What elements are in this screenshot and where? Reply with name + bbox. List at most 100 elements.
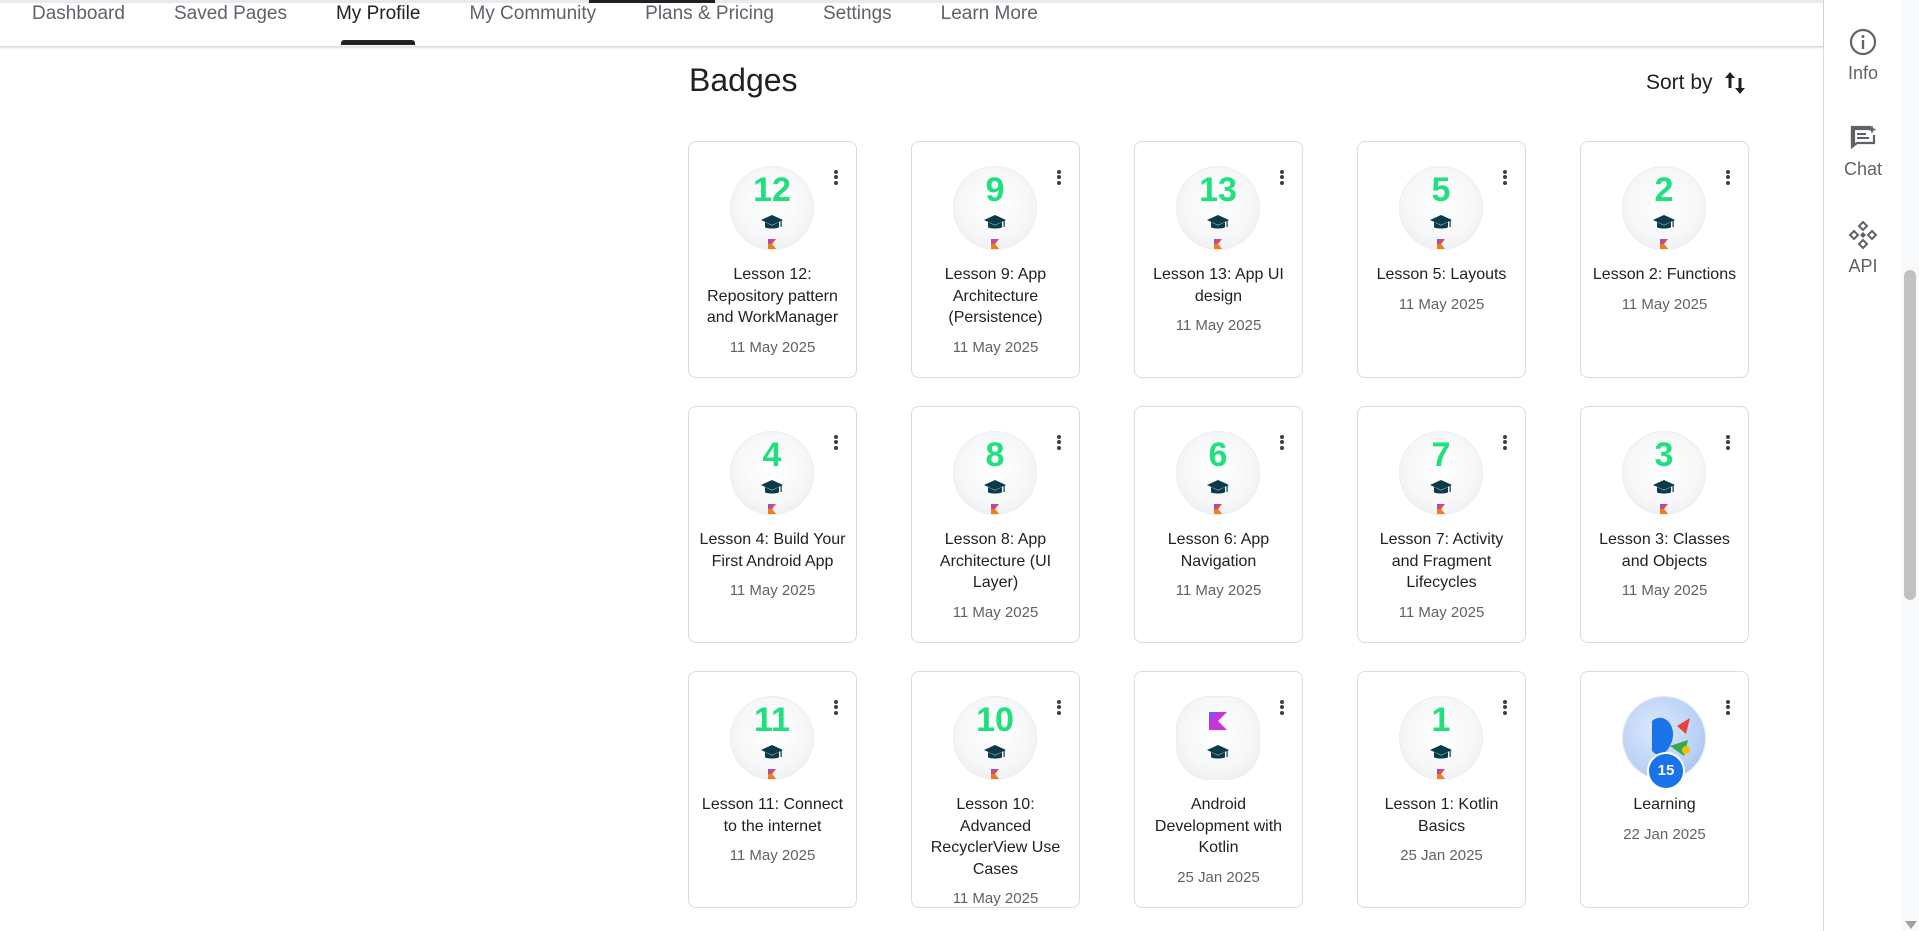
kotlin-logo-icon [1214,501,1222,514]
lesson-badge-image: 3 [1622,431,1706,515]
badge-card[interactable]: 10 Lesson 10: Advanced RecyclerView Use C… [911,671,1080,908]
lesson-badge-image: 10 [953,696,1037,780]
info-button[interactable]: Info [1824,27,1902,84]
badge-info: Android Development with Kotlin 25 Jan 20… [1145,794,1292,888]
course-badge-image [1176,696,1260,780]
lesson-number: 10 [976,701,1014,739]
badge-title: Lesson 1: Kotlin Basics [1384,796,1499,835]
more-options-icon[interactable] [1051,433,1067,453]
more-options-icon[interactable] [1497,433,1513,453]
badge-date: 11 May 2025 [1621,295,1708,313]
more-options-icon[interactable] [1274,168,1290,188]
more-options-icon[interactable] [828,433,844,453]
badge-card[interactable]: 4 Lesson 4: Build Your First Android App 1… [688,406,857,643]
badge-title: Lesson 6: App Navigation [1167,531,1270,570]
badge-card[interactable]: 11 Lesson 11: Connect to the internet 11 M… [688,671,857,908]
chat-icon [1850,125,1877,150]
more-options-icon[interactable] [1720,168,1736,188]
badge-info: Lesson 10: Advanced RecyclerView Use Cas… [922,794,1069,910]
more-options-icon[interactable] [1720,698,1736,718]
lesson-number: 3 [1654,436,1674,474]
lesson-badge-image: 8 [953,431,1037,515]
more-options-icon[interactable] [1274,698,1290,718]
more-options-icon[interactable] [1051,168,1067,188]
page-scrollbar[interactable] [1901,0,1919,931]
badge-info: Lesson 13: App UI design 11 May 2025 [1145,264,1292,337]
badge-date: 25 Jan 2025 [1177,868,1260,886]
api-button[interactable]: API [1824,220,1902,277]
tab-my-community[interactable]: My Community [469,0,596,46]
badge-title: Lesson 5: Layouts [1376,266,1507,283]
graduation-cap-icon [760,744,784,767]
graduation-cap-icon [1429,214,1453,237]
more-options-icon[interactable] [1051,698,1067,718]
info-icon [1849,28,1877,56]
badge-card[interactable]: 5 Lesson 5: Layouts 11 May 2025 [1357,141,1526,378]
kotlin-logo-icon [1437,766,1445,779]
badge-card[interactable]: 2 Lesson 2: Functions 11 May 2025 [1580,141,1749,378]
badge-date: 11 May 2025 [952,338,1039,356]
right-side-rail: Info Chat API [1823,0,1902,931]
badge-info: Lesson 3: Classes and Objects 11 May 2025 [1591,529,1738,602]
tab-saved-pages[interactable]: Saved Pages [174,0,287,46]
badge-info: Lesson 7: Activity and Fragment Lifecycl… [1368,529,1515,623]
kotlin-logo-icon [768,501,776,514]
badge-date: 11 May 2025 [952,890,1039,907]
sort-by-label: Sort by [1646,71,1713,94]
badge-card[interactable]: 3 Lesson 3: Classes and Objects 11 May 202… [1580,406,1749,643]
badge-info: Lesson 12: Repository pattern and WorkMa… [699,264,846,358]
badge-title: Lesson 3: Classes and Objects [1599,531,1730,570]
more-options-icon[interactable] [1497,698,1513,718]
lesson-number: 13 [1199,171,1237,209]
badge-date: 11 May 2025 [1175,582,1262,599]
sort-icon [1724,72,1745,94]
tab-learn-more[interactable]: Learn More [941,0,1038,46]
badge-info: Lesson 2: Functions 11 May 2025 [1591,264,1738,315]
badge-card[interactable]: 1 Lesson 1: Kotlin Basics 25 Jan 2025 [1357,671,1526,908]
kotlin-logo-icon [991,501,999,514]
badge-info: Lesson 11: Connect to the internet 11 May… [699,794,846,867]
graduation-cap-icon [983,479,1007,502]
info-label: Info [1847,63,1879,83]
kotlin-logo-icon [768,236,776,249]
lesson-badge-image: 13 [1176,166,1260,250]
lesson-badge-image: 11 [730,696,814,780]
graduation-cap-icon [983,214,1007,237]
badge-info: Lesson 6: App Navigation 11 May 2025 [1145,529,1292,602]
tab-plans-pricing[interactable]: Plans & Pricing [645,0,774,46]
lesson-number: 7 [1431,436,1451,474]
graduation-cap-icon [1652,479,1676,502]
tab-settings[interactable]: Settings [823,0,892,46]
badge-card[interactable]: 15 Learning 22 Jan 2025 [1580,671,1749,908]
lesson-number: 11 [754,701,790,739]
lesson-badge-image: 4 [730,431,814,515]
badge-card[interactable]: 8 Lesson 8: App Architecture (UI Layer) 11… [911,406,1080,643]
more-options-icon[interactable] [1720,433,1736,453]
graduation-cap-icon [1206,744,1230,767]
badge-card[interactable]: 9 Lesson 9: App Architecture (Persistence… [911,141,1080,378]
badge-info: Lesson 1: Kotlin Basics 25 Jan 2025 [1368,794,1515,867]
badge-card[interactable]: 13 Lesson 13: App UI design 11 May 2025 [1134,141,1303,378]
badge-count: 15 [1647,752,1685,790]
learning-badge-image: 15 [1622,696,1706,790]
badge-card[interactable]: 7 Lesson 7: Activity and Fragment Lifecyc… [1357,406,1526,643]
sort-by-button[interactable]: Sort by [1646,70,1747,96]
badge-date: 25 Jan 2025 [1400,847,1483,864]
more-options-icon[interactable] [828,698,844,718]
scroll-down-arrow-icon[interactable] [1905,921,1917,929]
tab-my-profile[interactable]: My Profile [336,0,420,46]
kotlin-logo-icon [1437,501,1445,514]
api-icon [1848,220,1878,250]
scrollbar-thumb[interactable] [1904,270,1916,600]
tab-dashboard[interactable]: Dashboard [32,0,125,46]
more-options-icon[interactable] [1497,168,1513,188]
chat-button[interactable]: Chat [1824,123,1902,180]
lesson-badge-image: 12 [730,166,814,250]
more-options-icon[interactable] [828,168,844,188]
badge-info: Lesson 5: Layouts 11 May 2025 [1368,264,1515,315]
more-options-icon[interactable] [1274,433,1290,453]
api-label: API [1848,256,1878,276]
badge-card[interactable]: 6 Lesson 6: App Navigation 11 May 2025 [1134,406,1303,643]
badge-card[interactable]: Android Development with Kotlin 25 Jan 20… [1134,671,1303,908]
badge-card[interactable]: 12 Lesson 12: Repository pattern and Work… [688,141,857,378]
